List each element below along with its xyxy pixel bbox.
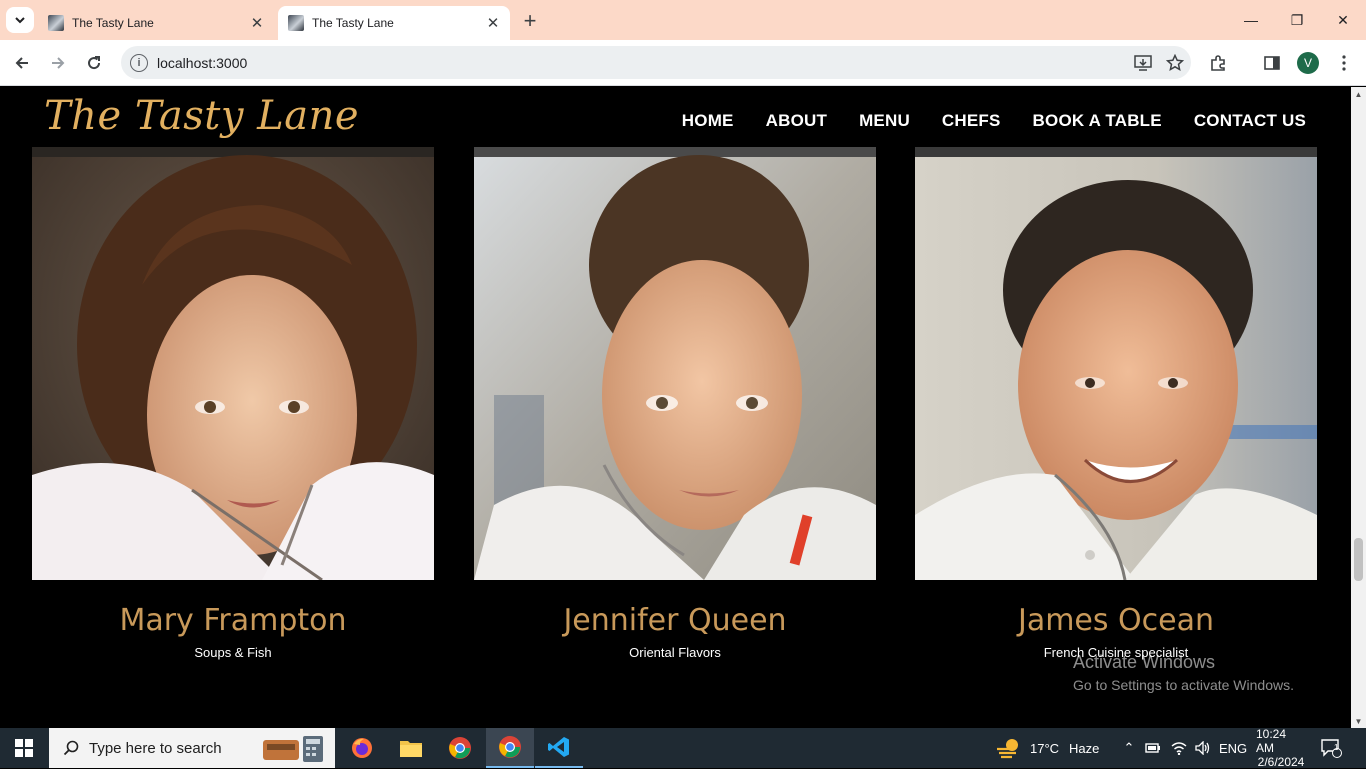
restore-icon[interactable]: ❐	[1274, 0, 1320, 40]
chevron-up-icon[interactable]: ⌃	[1121, 740, 1137, 756]
chevron-down-icon	[15, 17, 25, 24]
scroll-up-arrow-icon[interactable]: ▲	[1351, 87, 1366, 101]
nav-contact-us[interactable]: CONTACT US	[1194, 111, 1306, 131]
search-placeholder: Type here to search	[89, 739, 222, 757]
taskbar-search-box[interactable]: Type here to search	[49, 728, 335, 768]
tab-search-button[interactable]	[6, 7, 34, 33]
chef-name: Jennifer Queen	[563, 603, 787, 638]
chef-portrait-image	[32, 145, 434, 580]
weather-condition: Haze	[1069, 740, 1100, 756]
windows-taskbar: Type here to search 17°C Haze ⌃ ENG 10:2…	[0, 727, 1366, 769]
chef-name: James Ocean	[1017, 603, 1215, 638]
chef-photo	[32, 145, 434, 580]
search-icon	[63, 740, 79, 756]
file-explorer-icon[interactable]	[387, 728, 435, 768]
weather-widget[interactable]: 17°C Haze	[996, 728, 1099, 768]
clock-time: 10:24 AM	[1256, 727, 1287, 755]
battery-icon[interactable]	[1145, 742, 1161, 754]
chef-card: James Ocean French Cuisine specialist	[915, 145, 1317, 660]
chef-portrait-image	[915, 145, 1317, 580]
system-tray-icons: ⌃	[1121, 728, 1211, 768]
address-bar[interactable]: i localhost:3000	[121, 46, 1191, 79]
chef-card: Jennifer Queen Oriental Flavors	[474, 145, 876, 660]
notification-center-icon[interactable]: 1	[1320, 728, 1342, 768]
back-arrow-icon[interactable]	[8, 49, 36, 77]
scrollbar-thumb[interactable]	[1354, 538, 1363, 581]
site-header: The Tasty Lane HOME ABOUT MENU CHEFS BOO…	[0, 87, 1351, 147]
volume-icon[interactable]	[1195, 741, 1211, 755]
install-app-icon[interactable]	[1127, 54, 1159, 71]
chef-specialty: Soups & Fish	[194, 645, 272, 660]
chef-card: Mary Frampton Soups & Fish	[32, 145, 434, 660]
site-logo[interactable]: The Tasty Lane	[44, 93, 359, 139]
more-menu-icon[interactable]	[1330, 49, 1358, 77]
firefox-icon[interactable]	[338, 728, 386, 768]
window-close-icon[interactable]: ✕	[1320, 0, 1366, 40]
search-highlight-icon	[263, 734, 329, 762]
chrome-icon[interactable]	[436, 728, 484, 768]
new-tab-plus-icon[interactable]: +	[518, 8, 542, 33]
browser-toolbar: i localhost:3000 V	[0, 40, 1366, 86]
wifi-icon[interactable]	[1171, 741, 1187, 755]
haze-weather-icon	[997, 739, 1018, 759]
tab-title: The Tasty Lane	[312, 16, 394, 30]
site-info-icon[interactable]: i	[130, 53, 148, 72]
scroll-down-arrow-icon[interactable]: ▼	[1351, 714, 1366, 728]
page-scrollbar[interactable]: ▲ ▼	[1351, 87, 1366, 728]
activate-windows-watermark: Activate Windows Go to Settings to activ…	[1073, 652, 1294, 693]
notification-count: 1	[1334, 743, 1339, 752]
chef-photo	[474, 145, 876, 580]
nav-book-a-table[interactable]: BOOK A TABLE	[1033, 111, 1162, 131]
close-icon[interactable]: ✕	[482, 12, 504, 34]
chrome-active-icon[interactable]	[486, 728, 534, 768]
chef-portrait-image	[474, 145, 876, 580]
tab-strip: The Tasty Lane ✕ The Tasty Lane ✕ + — ❐ …	[0, 0, 1366, 40]
url-text[interactable]: localhost:3000	[157, 55, 1127, 71]
nav-menu[interactable]: MENU	[859, 111, 910, 131]
forward-arrow-icon[interactable]	[44, 49, 72, 77]
site-favicon-icon	[48, 15, 64, 31]
nav-home[interactable]: HOME	[682, 111, 734, 131]
language-indicator[interactable]: ENG	[1219, 728, 1247, 768]
main-nav: HOME ABOUT MENU CHEFS BOOK A TABLE CONTA…	[650, 111, 1306, 131]
vscode-icon[interactable]	[535, 728, 583, 768]
nav-about[interactable]: ABOUT	[766, 111, 827, 131]
chef-name: Mary Frampton	[119, 603, 347, 638]
chef-specialty: Oriental Flavors	[629, 645, 721, 660]
close-icon[interactable]: ✕	[246, 12, 268, 34]
windows-start-icon[interactable]	[0, 728, 48, 768]
clock[interactable]: 10:24 AM 2/6/2024	[1256, 727, 1306, 769]
bookmark-star-icon[interactable]	[1159, 53, 1191, 72]
side-panel-icon[interactable]	[1258, 49, 1286, 77]
minimize-icon[interactable]: —	[1228, 0, 1274, 40]
browser-tab-1[interactable]: The Tasty Lane ✕	[38, 6, 274, 40]
page-viewport: The Tasty Lane HOME ABOUT MENU CHEFS BOO…	[0, 87, 1366, 728]
site-favicon-icon	[288, 15, 304, 31]
watermark-title: Activate Windows	[1073, 652, 1216, 672]
profile-avatar[interactable]: V	[1297, 52, 1319, 74]
chef-photo	[915, 145, 1317, 580]
extensions-puzzle-icon[interactable]	[1204, 49, 1232, 77]
clock-date: 2/6/2024	[1257, 755, 1305, 769]
tab-title: The Tasty Lane	[72, 16, 154, 30]
reload-icon[interactable]	[80, 49, 108, 77]
weather-temp: 17°C	[1030, 740, 1060, 756]
browser-tab-2[interactable]: The Tasty Lane ✕	[278, 6, 510, 40]
watermark-subtitle: Go to Settings to activate Windows.	[1073, 677, 1294, 693]
nav-chefs[interactable]: CHEFS	[942, 111, 1001, 131]
